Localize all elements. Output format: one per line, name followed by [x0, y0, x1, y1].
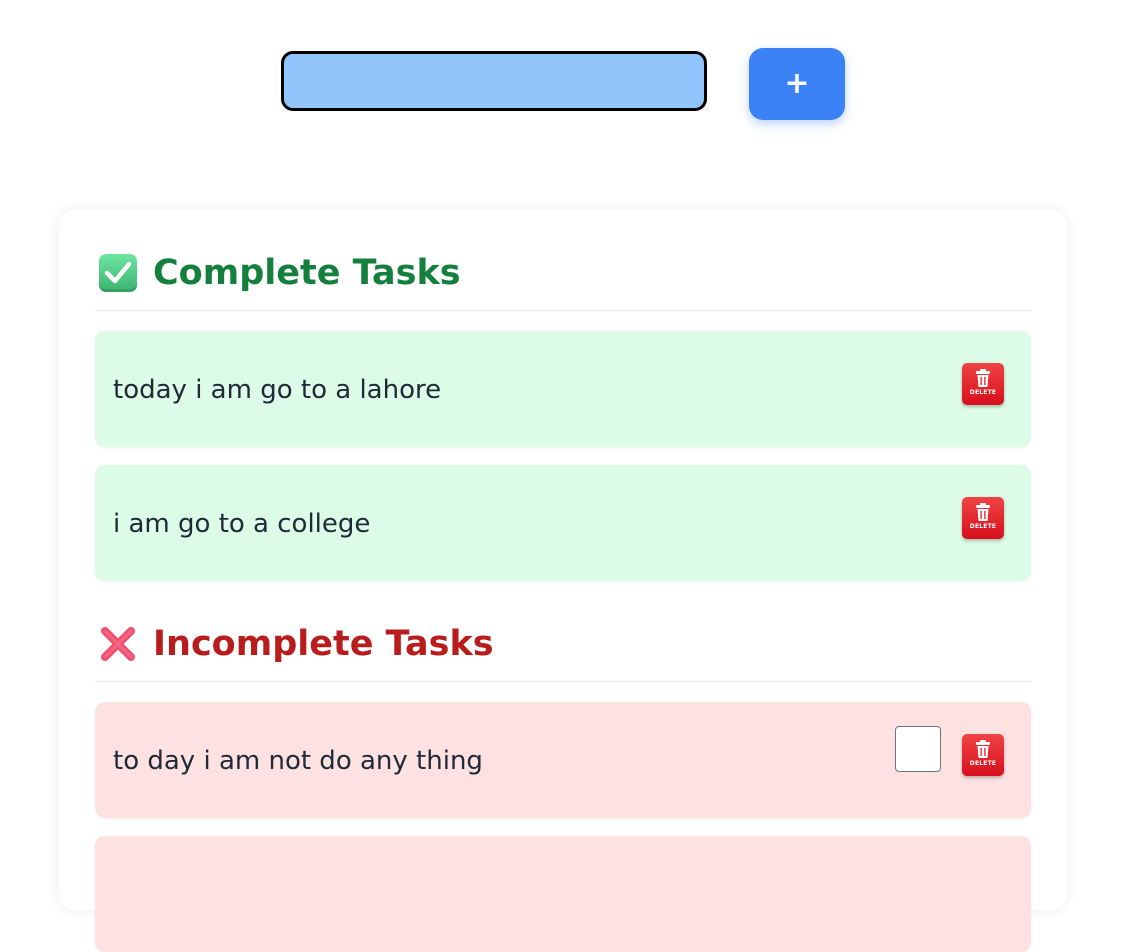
- check-mark-emoji-icon: [99, 254, 137, 292]
- incomplete-tasks-header: Incomplete Tasks: [95, 621, 1031, 682]
- delete-button[interactable]: DELETE: [962, 363, 1004, 405]
- delete-label: DELETE: [969, 389, 997, 396]
- task-text: i am go to a college: [113, 509, 371, 539]
- delete-label: DELETE: [969, 760, 997, 767]
- delete-button[interactable]: DELETE: [962, 497, 1004, 539]
- trash-icon: [976, 503, 990, 521]
- add-task-button[interactable]: +: [749, 48, 845, 120]
- trash-icon: [976, 740, 990, 758]
- incomplete-tasks-title: Incomplete Tasks: [153, 624, 494, 664]
- complete-tasks-header: Complete Tasks: [95, 250, 1031, 311]
- complete-checkbox[interactable]: [895, 726, 941, 772]
- delete-button[interactable]: DELETE: [962, 734, 1004, 776]
- incomplete-task-item: [95, 836, 1031, 952]
- delete-label: DELETE: [969, 523, 997, 530]
- cross-mark-emoji-icon: [99, 625, 137, 663]
- task-entry-bar: +: [0, 0, 1126, 160]
- incomplete-task-item: to day i am not do any thing DELETE: [95, 702, 1031, 818]
- complete-task-item: i am go to a college DELETE: [95, 465, 1031, 581]
- task-text: to day i am not do any thing: [113, 746, 483, 776]
- tasks-panel: Complete Tasks today i am go to a lahore…: [59, 210, 1067, 952]
- complete-tasks-title: Complete Tasks: [153, 253, 461, 293]
- trash-icon: [976, 369, 990, 387]
- task-text: today i am go to a lahore: [113, 375, 442, 405]
- task-input[interactable]: [281, 51, 707, 111]
- complete-task-item: today i am go to a lahore DELETE: [95, 331, 1031, 447]
